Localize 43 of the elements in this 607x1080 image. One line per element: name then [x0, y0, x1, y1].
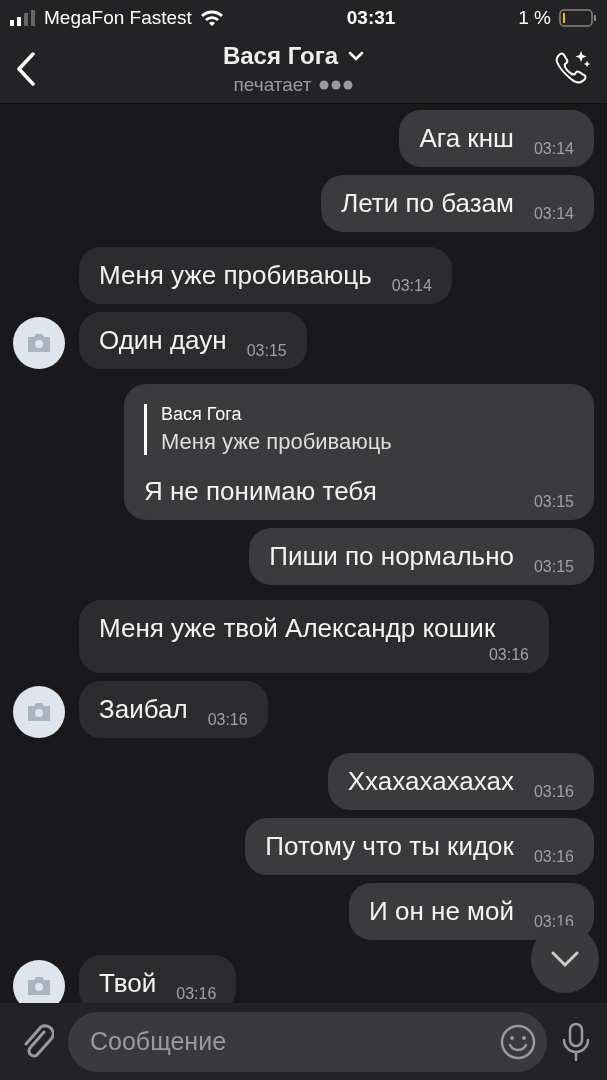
message-text: Ага кнш: [419, 122, 514, 155]
message-time: 03:14: [533, 204, 574, 224]
battery-percent: 1 %: [518, 6, 551, 29]
battery-icon: [559, 8, 597, 27]
message-text: Я не понимаю тебя: [144, 475, 377, 508]
chevron-down-icon: [550, 950, 580, 968]
signal-icon: [10, 9, 36, 26]
chat-title[interactable]: Вася Гога: [222, 42, 339, 70]
avatar[interactable]: [13, 686, 65, 738]
message-text: Лети по базам: [341, 187, 514, 220]
message-text: Меня уже твой Александр кошик: [99, 612, 496, 645]
typing-dots-icon: [319, 80, 354, 90]
message-text: И он не мой: [369, 895, 514, 928]
message-time: 03:15: [533, 557, 574, 577]
message-time: 03:16: [533, 782, 574, 802]
message-text: Пиши по нормально: [269, 540, 514, 573]
message-text: Потому что ты кидок: [265, 830, 514, 863]
message-time: 03:15: [246, 341, 287, 361]
microphone-button[interactable]: [561, 1021, 591, 1062]
typing-status: печатает: [233, 74, 312, 96]
message-text: Твой: [99, 967, 157, 1000]
avatar[interactable]: [13, 960, 65, 1003]
reply-text: Меня уже пробиваюць: [161, 429, 393, 455]
avatar[interactable]: [13, 317, 65, 369]
message-field[interactable]: Сообщение: [68, 1011, 547, 1072]
carrier-name: MegaFon Fastest: [44, 6, 192, 29]
emoji-icon[interactable]: [499, 1022, 537, 1061]
reply-author: Вася Гога: [161, 404, 243, 425]
message-text: Заибал: [99, 693, 188, 726]
message-time: 03:16: [533, 847, 574, 867]
back-button[interactable]: [16, 52, 36, 86]
chevron-down-icon[interactable]: [348, 51, 365, 61]
message-time: 03:15: [533, 492, 574, 512]
message-text: Один даун: [99, 324, 227, 357]
status-time: 03:31: [346, 6, 396, 29]
message-time: 03:16: [207, 710, 248, 730]
message-text: Меня уже пробиваюць: [99, 259, 372, 292]
message-time: 03:16: [488, 645, 529, 665]
wifi-icon: [199, 8, 224, 27]
message-time: 03:16: [176, 984, 217, 1003]
message-text: Ххахахахахах: [347, 765, 514, 798]
message-time: 03:14: [533, 139, 574, 159]
message-time: 03:14: [391, 276, 432, 296]
